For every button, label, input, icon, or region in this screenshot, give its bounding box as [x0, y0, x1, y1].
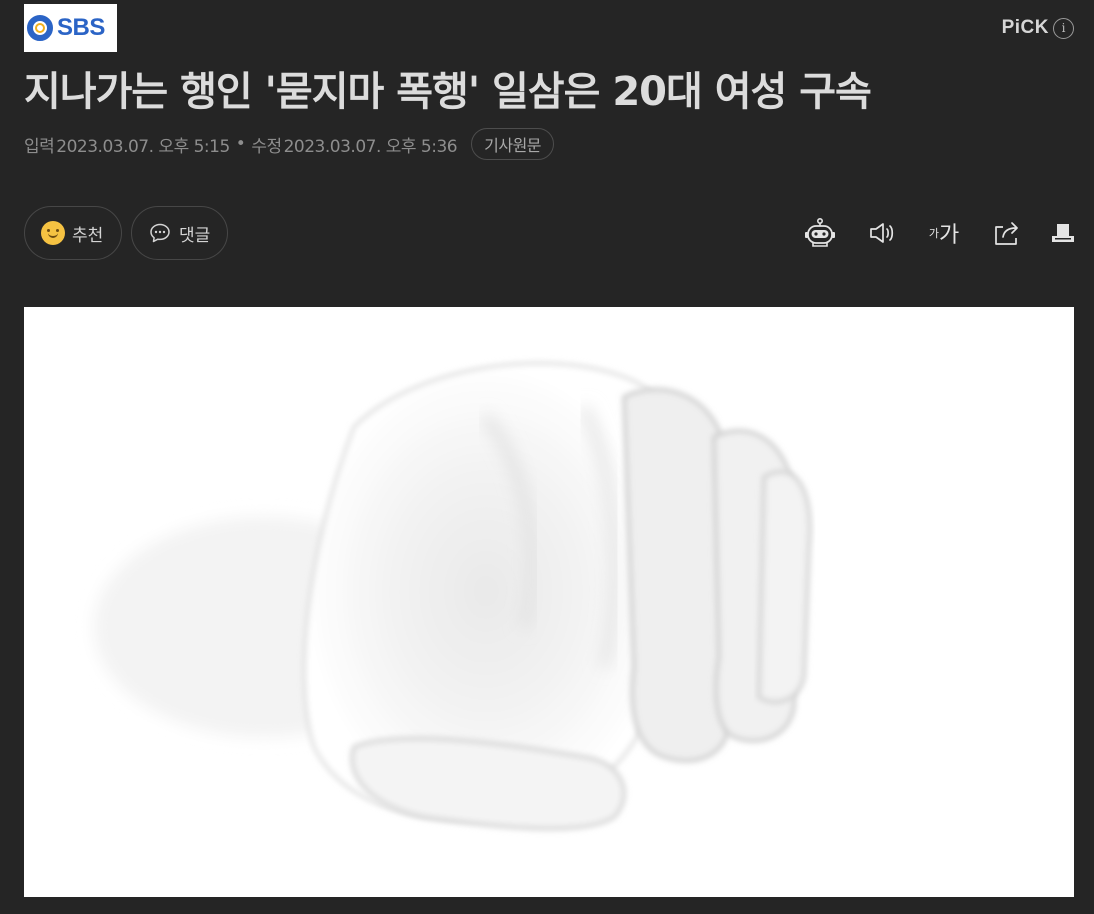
comment-button[interactable]: 댓글 — [131, 206, 228, 260]
press-logo-text: SBS — [57, 14, 105, 41]
share-icon — [995, 222, 1018, 245]
font-size-small-glyph: 가 — [928, 227, 939, 240]
published-date: 2023.03.07. 오후 5:15 — [56, 136, 230, 157]
modified-label: 수정 — [251, 136, 282, 157]
font-size-button[interactable]: 가가 — [924, 214, 964, 252]
original-article-button[interactable]: 기사원문 — [471, 128, 555, 160]
article-title: 지나가는 행인 '묻지마 폭행' 일삼은 20대 여성 구속 — [24, 69, 872, 115]
recommend-label: 추천 — [72, 225, 104, 246]
speaker-icon — [870, 223, 894, 243]
article-page: SBS PiCK i 지나가는 행인 '묻지마 폭행' 일삼은 20대 여성 구… — [0, 0, 1094, 914]
font-size-large-glyph: 가 — [938, 223, 960, 248]
summary-bot-button[interactable] — [803, 214, 837, 252]
published-label: 입력 — [24, 136, 55, 157]
pick-info-icon[interactable]: i — [1053, 17, 1074, 39]
share-button[interactable] — [990, 214, 1024, 252]
pick-label: PiCK — [1001, 17, 1049, 38]
summary-bot-icon — [805, 217, 835, 247]
print-icon — [1052, 224, 1074, 242]
article-meta: 입력 2023.03.07. 오후 5:15 • 수정 2023.03.07. … — [24, 128, 555, 160]
sbs-logo-mark-icon — [27, 15, 53, 41]
press-logo[interactable]: SBS — [24, 4, 117, 52]
smiley-icon — [41, 221, 65, 245]
article-photo — [24, 307, 1074, 897]
fist-photo-image — [94, 361, 812, 831]
recommend-button[interactable]: 추천 — [24, 206, 122, 260]
pick-badge: PiCK i — [1002, 17, 1074, 39]
listen-button[interactable] — [864, 214, 898, 252]
print-button[interactable] — [1046, 214, 1080, 252]
modified-date: 2023.03.07. 오후 5:36 — [283, 136, 458, 157]
comment-bubble-icon — [150, 223, 170, 243]
meta-separator: • — [235, 134, 246, 154]
comment-label: 댓글 — [179, 225, 211, 246]
